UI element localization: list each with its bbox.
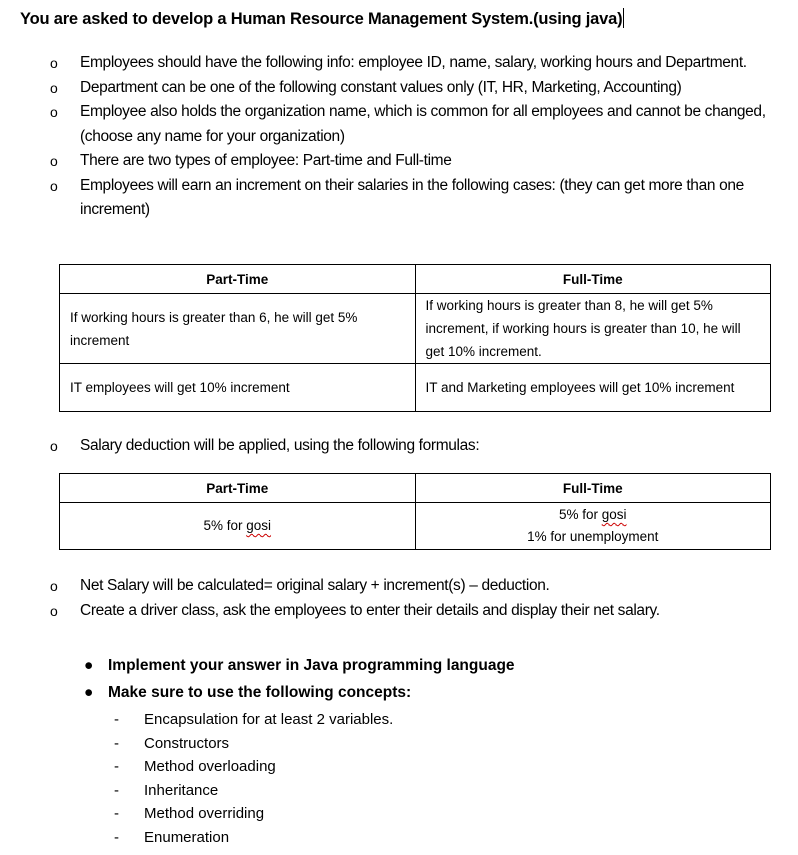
table-row: 5% for gosi 5% for gosi 1% for unemploym… <box>59 502 771 550</box>
hollow-bullet-icon: o <box>50 104 58 120</box>
dash-bullet-icon: - <box>114 805 119 822</box>
header-full-time: Full-Time <box>414 264 771 294</box>
list-item: ● Implement your answer in Java programmi… <box>84 652 515 679</box>
list-item: o Employee also holds the organization na… <box>50 100 770 149</box>
list-item: o Employees should have the following inf… <box>50 51 770 76</box>
list-item-text: Salary deduction will be applied, using … <box>80 437 480 454</box>
list-item-text: Enumeration <box>144 828 230 846</box>
list-item: - Method overloading <box>112 755 393 779</box>
dash-bullet-icon: - <box>114 828 119 846</box>
table-cell: If working hours is greater than 6, he w… <box>59 293 416 364</box>
hollow-bullet-icon: o <box>50 578 58 594</box>
hollow-bullet-icon: o <box>50 55 58 71</box>
list-item: o Salary deduction will be applied, using… <box>50 434 770 459</box>
list-item-text: Constructors <box>144 734 230 752</box>
list-item: - Method overriding <box>112 802 393 826</box>
list-item-text: Implement your answer in Java programmin… <box>108 657 515 674</box>
list-item: - Constructors <box>112 732 393 756</box>
title-text: You are asked to develop a Human Resourc… <box>20 10 623 28</box>
table-cell: If working hours is greater than 8, he w… <box>414 293 771 364</box>
list-item: - Encapsulation for at least 2 variables. <box>112 708 393 732</box>
hollow-bullet-icon: o <box>50 602 58 619</box>
list-item-text: Employees will earn an increment on thei… <box>80 176 744 219</box>
cell-text: 1% for unemployment <box>527 529 659 544</box>
list-item: ● Make sure to use the following concepts… <box>84 679 515 706</box>
solid-bullet-icon: ● <box>84 657 94 674</box>
deduction-table: Part-Time Full-Time 5% for gosi 5% for g… <box>59 473 771 550</box>
list-item-text: Create a driver class, ask the employees… <box>80 601 660 619</box>
list-item-text: Method overriding <box>144 805 265 822</box>
hollow-bullet-icon: o <box>50 177 58 194</box>
list-item-text: Inheritance <box>144 781 219 799</box>
table-header-row: Part-Time Full-Time <box>59 473 771 503</box>
dash-bullet-icon: - <box>114 734 119 752</box>
list-item: - Inheritance <box>112 779 393 803</box>
requirements-list: o Employees should have the following inf… <box>50 51 770 223</box>
header-part-time: Part-Time <box>59 264 416 294</box>
table-row: IT employees will get 10% increment IT a… <box>59 363 771 412</box>
list-item: o Net Salary will be calculated= original… <box>50 574 770 599</box>
list-item: o There are two types of employee: Part-t… <box>50 149 770 174</box>
cell-text: 5% for <box>203 518 247 533</box>
spellcheck-word: gosi <box>246 518 272 533</box>
increment-table: Part-Time Full-Time If working hours is … <box>59 264 771 412</box>
final-requirements-list: o Net Salary will be calculated= original… <box>50 574 770 623</box>
table-cell: IT and Marketing employees will get 10% … <box>414 363 771 412</box>
header-full-time: Full-Time <box>414 473 771 503</box>
list-item-text: Department can be one of the following c… <box>80 78 682 96</box>
list-item: o Create a driver class, ask the employee… <box>50 599 770 624</box>
instructions-list: ● Implement your answer in Java programmi… <box>84 652 515 706</box>
list-item-text: Employee also holds the organization nam… <box>80 103 766 145</box>
list-item-text: There are two types of employee: Part-ti… <box>80 152 452 169</box>
header-part-time: Part-Time <box>59 473 416 503</box>
table-cell: 5% for gosi 1% for unemployment <box>414 502 771 550</box>
cell-text: 5% for <box>558 507 602 522</box>
list-item-text: Encapsulation for at least 2 variables. <box>144 711 394 728</box>
table-row: If working hours is greater than 6, he w… <box>59 293 771 364</box>
dash-bullet-icon: - <box>114 711 119 728</box>
dash-bullet-icon: - <box>114 758 119 775</box>
deduction-intro-list: o Salary deduction will be applied, using… <box>50 434 770 459</box>
solid-bullet-icon: ● <box>84 684 94 701</box>
list-item: - Enumeration <box>112 826 393 850</box>
list-item: o Employees will earn an increment on the… <box>50 174 770 223</box>
cell-line: 5% for gosi <box>426 504 761 526</box>
list-item-text: Net Salary will be calculated= original … <box>80 577 550 594</box>
spellcheck-word: gosi <box>601 507 627 522</box>
table-cell: 5% for gosi <box>59 502 416 550</box>
list-item-text: Make sure to use the following concepts: <box>108 684 412 701</box>
list-item-text: Method overloading <box>144 758 276 775</box>
dash-bullet-icon: - <box>114 781 119 799</box>
cell-line: 1% for unemployment <box>426 526 761 548</box>
list-item: o Department can be one of the following … <box>50 76 770 101</box>
concepts-list: - Encapsulation for at least 2 variables.… <box>112 708 393 849</box>
hollow-bullet-icon: o <box>50 153 58 169</box>
table-cell: IT employees will get 10% increment <box>59 363 416 412</box>
document-title: You are asked to develop a Human Resourc… <box>20 8 625 29</box>
table-header-row: Part-Time Full-Time <box>59 264 771 294</box>
hollow-bullet-icon: o <box>50 79 58 96</box>
text-cursor <box>623 8 625 28</box>
list-item-text: Employees should have the following info… <box>80 54 747 71</box>
hollow-bullet-icon: o <box>50 438 58 454</box>
